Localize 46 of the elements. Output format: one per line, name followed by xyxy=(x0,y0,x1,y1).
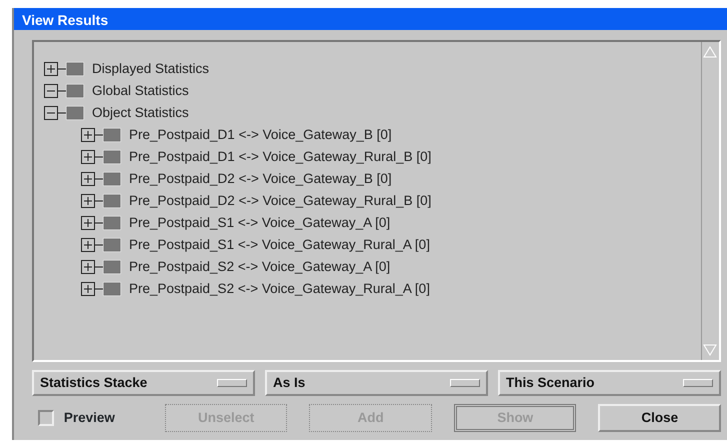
expand-icon[interactable] xyxy=(81,128,103,142)
expand-icon[interactable] xyxy=(81,260,103,274)
option-value: This Scenario xyxy=(506,374,595,392)
window-title: View Results xyxy=(14,8,727,30)
node-icon xyxy=(103,238,121,252)
preview-checkbox[interactable] xyxy=(38,410,54,426)
node-icon xyxy=(103,150,121,164)
dropdown-indicator-icon xyxy=(683,379,713,387)
expand-icon[interactable] xyxy=(81,216,103,230)
expand-icon[interactable] xyxy=(44,62,66,76)
collapse-icon[interactable] xyxy=(44,106,66,120)
dialog-button[interactable]: Close xyxy=(598,404,721,432)
tree-item[interactable]: Global Statistics xyxy=(92,80,189,102)
tree-item[interactable]: Pre_Postpaid_S1 <-> Voice_Gateway_Rural_A [0] xyxy=(129,234,430,256)
expand-icon[interactable] xyxy=(81,172,103,186)
node-icon xyxy=(103,216,121,230)
preview-label: Preview xyxy=(64,408,115,427)
node-icon xyxy=(66,62,84,76)
option-menu[interactable]: Statistics Stacke xyxy=(32,370,255,396)
tree-item[interactable]: Pre_Postpaid_D1 <-> Voice_Gateway_Rural_B [0] xyxy=(129,146,432,168)
expand-icon[interactable] xyxy=(81,150,103,164)
tree-item[interactable]: Pre_Postpaid_D2 <-> Voice_Gateway_Rural_B [0] xyxy=(129,190,432,212)
expand-icon[interactable] xyxy=(81,282,103,296)
node-icon xyxy=(103,260,121,274)
option-value: As Is xyxy=(273,374,306,392)
option-menu[interactable]: As Is xyxy=(265,370,488,396)
tree-item[interactable]: Pre_Postpaid_S1 <-> Voice_Gateway_A [0] xyxy=(129,212,390,234)
option-value: Statistics Stacke xyxy=(40,374,148,392)
node-icon xyxy=(66,84,84,98)
node-icon xyxy=(103,128,121,142)
node-icon xyxy=(103,194,121,208)
tree-item[interactable]: Displayed Statistics xyxy=(92,58,210,80)
tree-item[interactable]: Pre_Postpaid_S2 <-> Voice_Gateway_Rural_A [0] xyxy=(129,278,430,300)
node-icon xyxy=(103,282,121,296)
expand-icon[interactable] xyxy=(81,194,103,208)
tree-item[interactable]: Object Statistics xyxy=(92,102,189,124)
expand-icon[interactable] xyxy=(81,238,103,252)
node-icon xyxy=(103,172,121,186)
node-icon xyxy=(66,106,84,120)
tree-item[interactable]: Pre_Postpaid_D1 <-> Voice_Gateway_B [0] xyxy=(129,124,392,146)
option-menu[interactable]: This Scenario xyxy=(498,370,721,396)
tree-item[interactable]: Pre_Postpaid_D2 <-> Voice_Gateway_B [0] xyxy=(129,168,392,190)
tree-item[interactable]: Pre_Postpaid_S2 <-> Voice_Gateway_A [0] xyxy=(129,256,390,278)
dropdown-indicator-icon xyxy=(450,379,480,387)
collapse-icon[interactable] xyxy=(44,84,66,98)
dropdown-indicator-icon xyxy=(217,379,247,387)
